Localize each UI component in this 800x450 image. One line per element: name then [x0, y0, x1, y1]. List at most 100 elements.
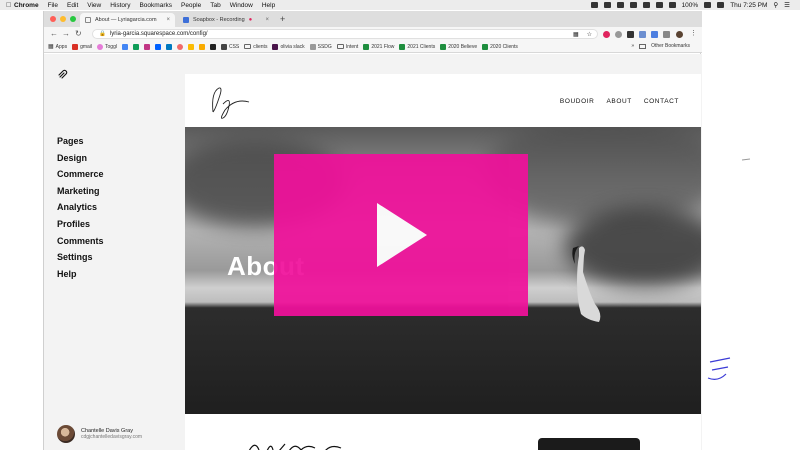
menu-file[interactable]: File [48, 2, 58, 9]
gmail-icon [72, 43, 79, 50]
minimize-window-button[interactable] [60, 16, 66, 22]
mail-icon[interactable] [629, 2, 637, 8]
bookmark-icon-3[interactable] [143, 43, 150, 50]
avatar[interactable] [57, 425, 75, 443]
wifi-icon[interactable] [668, 2, 676, 8]
trello-icon [165, 43, 172, 50]
back-icon[interactable]: ← [50, 29, 58, 38]
bookmark-2020-believe[interactable]: 2020 Believe [440, 43, 477, 50]
sidebar-item-profiles[interactable]: Profiles [57, 216, 104, 233]
forward-icon[interactable]: → [62, 29, 70, 38]
bookmark-icon-5[interactable] [165, 43, 172, 50]
bookmark-icon-4[interactable] [154, 43, 161, 50]
cloud-icon[interactable] [616, 2, 624, 8]
site-logo-icon[interactable] [205, 82, 261, 122]
sidebar-item-comments[interactable]: Comments [57, 233, 104, 250]
new-tab-button[interactable]: + [280, 14, 285, 24]
bookmark-css[interactable]: CSS [220, 43, 239, 50]
address-bar[interactable]: 🔒 lyria-garcia.squarespace.com/config/ ▦… [92, 29, 598, 39]
star-icon[interactable]: ☆ [587, 31, 592, 38]
close-window-button[interactable] [50, 16, 56, 22]
extension-red-icon[interactable] [603, 31, 610, 38]
sidebar-item-analytics[interactable]: Analytics [57, 199, 104, 216]
bookmark-label: gmail [80, 43, 93, 50]
site-nav-contact[interactable]: CONTACT [644, 98, 679, 105]
squarespace-logo-icon[interactable] [57, 68, 69, 80]
bookmark-icon-6[interactable] [176, 43, 183, 50]
bookmark-clients[interactable]: clients [244, 44, 267, 50]
maximize-window-button[interactable] [70, 16, 76, 22]
whiteboard-scribble-icon [707, 357, 731, 380]
folder-icon [336, 44, 344, 49]
whiteboard-mark-icon [741, 158, 751, 161]
menu-help[interactable]: Help [262, 2, 275, 9]
menu-people[interactable]: People [181, 2, 201, 9]
search-icon[interactable]: ⚲ [773, 1, 778, 9]
chrome-menu-icon[interactable]: ⋮ [690, 29, 697, 37]
reload-icon[interactable]: ↻ [75, 29, 82, 38]
analytics-icon [198, 43, 205, 50]
menu-bookmarks[interactable]: Bookmarks [139, 2, 172, 9]
bluetooth-icon[interactable] [655, 2, 663, 8]
tab-about[interactable]: About — Lyriagarcia.com × [80, 13, 175, 27]
menu-edit[interactable]: Edit [67, 2, 78, 9]
battery-icon[interactable] [704, 2, 712, 8]
control-center-icon[interactable]: ☰ [784, 1, 790, 9]
bookmark-ssdg[interactable]: SSDG [309, 43, 332, 50]
menu-app-name[interactable]: Chrome [14, 2, 39, 9]
bookmark-icon-9[interactable] [209, 43, 216, 50]
menu-history[interactable]: History [110, 2, 130, 9]
chevron-right-icon[interactable]: » [631, 43, 634, 49]
bookmark-2021-clients[interactable]: 2021 Clients [399, 43, 435, 50]
sidebar-item-settings[interactable]: Settings [57, 249, 104, 266]
dropbox-icon[interactable] [590, 2, 598, 8]
share-icon[interactable] [642, 2, 650, 8]
sidebar-item-help[interactable]: Help [57, 266, 104, 283]
qr-icon[interactable]: ▦ [573, 31, 579, 38]
bookmark-apps[interactable]: ▦ Apps [48, 43, 67, 51]
close-tab-icon[interactable]: × [265, 17, 269, 23]
sidebar-item-commerce[interactable]: Commerce [57, 166, 104, 183]
docs-icon [121, 43, 128, 50]
lock-icon[interactable]: 🔒 [99, 31, 106, 37]
bookmark-toggl[interactable]: Toggl [97, 43, 117, 50]
camera-icon[interactable] [603, 2, 611, 8]
bookmark-gmail[interactable]: gmail [72, 43, 93, 50]
other-bookmarks[interactable]: » Other Bookmarks [631, 43, 690, 49]
sidebar-item-pages[interactable]: Pages [57, 133, 104, 150]
profile-avatar[interactable] [676, 31, 683, 38]
extension-grid-icon[interactable] [639, 31, 646, 38]
bookmark-2021-flow[interactable]: 2021 Flow [363, 43, 394, 50]
extension-camera-icon[interactable] [615, 31, 622, 38]
bookmark-icon-7[interactable] [187, 43, 194, 50]
video-play-overlay[interactable] [274, 154, 528, 316]
bookmark-intent[interactable]: Intent [336, 44, 358, 50]
bookmark-2020-clients[interactable]: 2020 Clients [482, 43, 518, 50]
account-menu[interactable]: Chantelle Davis Gray cdgjchantelledavisg… [57, 425, 142, 443]
sidebar-item-marketing[interactable]: Marketing [57, 183, 104, 200]
sheet-icon [482, 43, 489, 50]
extension-translate-icon[interactable] [651, 31, 658, 38]
flag-icon[interactable] [717, 2, 725, 8]
bookmark-olivia-slack[interactable]: olivia slack [272, 43, 305, 50]
tab-soapbox[interactable]: Soapbox - Recording ● × [178, 13, 274, 27]
play-icon[interactable] [371, 199, 431, 271]
site-nav-boudoir[interactable]: BOUDOIR [560, 98, 595, 105]
site-preview[interactable]: BOUDOIR ABOUT CONTACT About [185, 74, 701, 450]
extension-puzzle-icon[interactable] [663, 31, 670, 38]
extension-b-icon[interactable] [627, 31, 634, 38]
close-tab-icon[interactable]: × [166, 17, 170, 23]
sidebar-item-design[interactable]: Design [57, 150, 104, 167]
menu-window[interactable]: Window [230, 2, 253, 9]
clock[interactable]: Thu 7:25 PM [730, 2, 767, 9]
apple-icon[interactable]:  [6, 2, 14, 9]
other-bookmarks-label: Other Bookmarks [651, 43, 690, 49]
menu-tab[interactable]: Tab [210, 2, 220, 9]
bookmark-icon-2[interactable] [132, 43, 139, 50]
bookmark-icon-8[interactable] [198, 43, 205, 50]
menu-view[interactable]: View [87, 2, 101, 9]
bookmark-icon-1[interactable] [121, 43, 128, 50]
hero-banner[interactable]: About [185, 127, 701, 414]
window-controls [50, 16, 76, 22]
site-nav-about[interactable]: ABOUT [606, 98, 631, 105]
